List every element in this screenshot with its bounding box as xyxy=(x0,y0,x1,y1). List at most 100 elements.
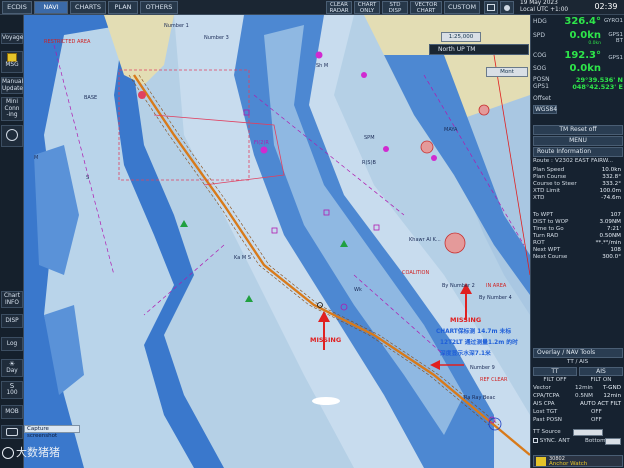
plan-tab[interactable]: PLAN xyxy=(108,1,138,14)
tcpa-value[interactable]: 12min xyxy=(603,393,621,400)
buoy-red-1 xyxy=(138,91,146,99)
time-to-go-label: Time to Go xyxy=(533,226,564,232)
voyage-button[interactable]: Voyage xyxy=(1,33,23,44)
tt-source-row: TT Source xyxy=(533,429,623,436)
dist-to-wop-value: 3.09NM xyxy=(599,219,621,225)
spd-value: 0.0kn xyxy=(569,30,601,41)
tool-button-1[interactable] xyxy=(1,125,23,147)
tt-toggle[interactable]: TT xyxy=(533,367,577,376)
redacted-blob xyxy=(312,397,340,405)
chart-label-s-1: S xyxy=(86,175,90,181)
spd-row: SPD 0.0kn 0.0kn GPS1 BT xyxy=(531,30,624,48)
lost-tgt-row: Lost TGT OFF xyxy=(533,409,623,416)
rot-value: **.*°/min xyxy=(595,240,621,246)
charts-tab[interactable]: CHARTS xyxy=(70,1,106,14)
screen-layout-icon[interactable] xyxy=(484,1,498,14)
msg-button[interactable]: MSG xyxy=(1,51,23,73)
chart-canvas[interactable] xyxy=(24,15,530,468)
brightness-icon[interactable] xyxy=(500,1,514,14)
chart-label-ref-clear: REF CLEAR xyxy=(480,377,508,383)
anchorage-circle-2 xyxy=(420,140,434,154)
green-beacon-3 xyxy=(245,295,253,302)
vector-mode[interactable]: T-GND xyxy=(603,385,621,392)
next-wpt-value: 108 xyxy=(610,247,621,253)
s100-button[interactable]: S 100 xyxy=(1,381,23,399)
msg-label: MSG xyxy=(5,62,19,68)
camera-button[interactable] xyxy=(1,425,23,439)
log-button[interactable]: Log xyxy=(1,337,23,351)
xtd-limit-value: 100.0m xyxy=(599,188,621,194)
std-disp-button[interactable]: STD DISP xyxy=(382,1,408,14)
missing-label-1: MISSING xyxy=(310,336,342,344)
past-posn-row: Past POSN OFF xyxy=(533,417,623,424)
chart-label-restricted: RESTRICTED AREA xyxy=(44,39,91,45)
overlay-nav-header[interactable]: Overlay / NAV Tools xyxy=(533,348,623,358)
turn-rad-value: 0.50NM xyxy=(599,233,621,239)
manual-update-button[interactable]: Manual Update xyxy=(1,77,23,94)
orientation-mode[interactable]: North UP TM xyxy=(429,44,529,55)
others-tab[interactable]: OTHERS xyxy=(140,1,178,14)
mont-badge[interactable]: Mont xyxy=(486,67,528,77)
chart-label-khawr: Khawr Al K... xyxy=(409,237,441,243)
local-utc-text: Local UTC +1:00 xyxy=(520,7,569,13)
offset-label[interactable]: Offset xyxy=(533,95,551,102)
next-wpt-label: Next WPT xyxy=(533,247,561,253)
chart-only-button[interactable]: CHART ONLY xyxy=(354,1,380,14)
tt-source-select[interactable] xyxy=(573,429,603,436)
dist-to-wop-label: DIST to WOP xyxy=(533,219,569,225)
past-posn-value[interactable]: OFF xyxy=(591,417,602,424)
custom-button[interactable]: CUSTOM xyxy=(444,1,480,14)
capture-screenshot-label[interactable]: Capture screenshot xyxy=(24,425,80,439)
menu-button[interactable]: MENU xyxy=(533,136,623,146)
chart-label-wk: Wk xyxy=(354,287,362,293)
chart-scale-badge[interactable]: 1:25,000 xyxy=(441,32,481,42)
tm-reset-button[interactable]: TM Reset off xyxy=(533,125,623,135)
tt-ais-label-row: TT / AIS xyxy=(533,359,623,367)
turn-rad-label: Turn RAD xyxy=(533,233,559,239)
clock: 02:39 xyxy=(594,2,618,11)
datum-badge[interactable]: WGS84 xyxy=(533,105,557,114)
anchor-watch-alert[interactable]: 30802 Anchor Watch xyxy=(533,455,623,467)
chart-label-flr: Fl(2)R xyxy=(254,140,269,146)
sync-ant-checkbox[interactable] xyxy=(533,438,538,443)
chart-info-button[interactable]: Chart INFO xyxy=(1,291,23,308)
tt-source-label: TT Source xyxy=(533,429,561,435)
nautical-chart[interactable]: Number 1 RESTRICTED AREA Sh M BASE M S F… xyxy=(24,15,530,468)
bottom-label: Bottom xyxy=(585,438,606,444)
right-info-panel: HDG 326.4° GYRO1 SPD 0.0kn 0.0kn GPS1 BT… xyxy=(530,15,624,468)
day-night-button[interactable]: ☀ Day xyxy=(1,359,23,377)
tt-filt-off[interactable]: FILT OFF xyxy=(533,377,577,383)
ais-toggle[interactable]: AIS xyxy=(579,367,623,376)
mob-button[interactable]: MOB xyxy=(1,405,23,419)
date-display: 19 May 2023 Local UTC +1:00 xyxy=(520,0,586,15)
lost-tgt-label: Lost TGT xyxy=(533,409,558,415)
buoy-mag-1 xyxy=(260,146,268,154)
lost-tgt-value[interactable]: OFF xyxy=(591,409,602,416)
chart-label-base: BASE xyxy=(84,95,98,101)
manual-update-label-1: Manual xyxy=(2,79,24,85)
mini-conning-button[interactable]: Mini Conn -ing xyxy=(1,97,23,121)
chart-info-label-2: INFO xyxy=(5,299,19,306)
std-disp-label-2: DISP xyxy=(388,8,402,14)
disp-button[interactable]: DISP xyxy=(1,314,23,328)
buoy-mag-3 xyxy=(361,72,367,78)
clear-radar-button[interactable]: CLEAR RADAR xyxy=(326,1,352,14)
cpa-value[interactable]: 0.5NM xyxy=(575,393,593,400)
vector-label: Vector xyxy=(533,385,551,391)
buoy-mag-5 xyxy=(383,146,389,152)
clear-radar-label-2: RADAR xyxy=(329,8,349,14)
ais-filt-on[interactable]: FILT ON xyxy=(579,377,623,383)
ais-cpa-value[interactable]: AUTO ACT FILT xyxy=(580,401,621,408)
chart-label-ra-ray: Ra Ray Beac xyxy=(464,395,496,401)
day-label: Day xyxy=(6,367,18,374)
chart-label-m-1: M xyxy=(34,155,39,161)
navi-tab[interactable]: NAVI xyxy=(34,1,68,14)
route-info-header[interactable]: Route Information xyxy=(533,147,623,157)
longitude: 048°42.523' E xyxy=(572,83,623,91)
ecdis-tab[interactable]: ECDIS xyxy=(2,1,32,14)
bottom-select[interactable] xyxy=(605,438,621,445)
crosshair-icon xyxy=(6,129,18,141)
buoy-mag-4 xyxy=(431,155,437,161)
vector-value[interactable]: 12min xyxy=(575,385,593,392)
vector-chart-button[interactable]: VECTOR CHART xyxy=(410,1,442,14)
